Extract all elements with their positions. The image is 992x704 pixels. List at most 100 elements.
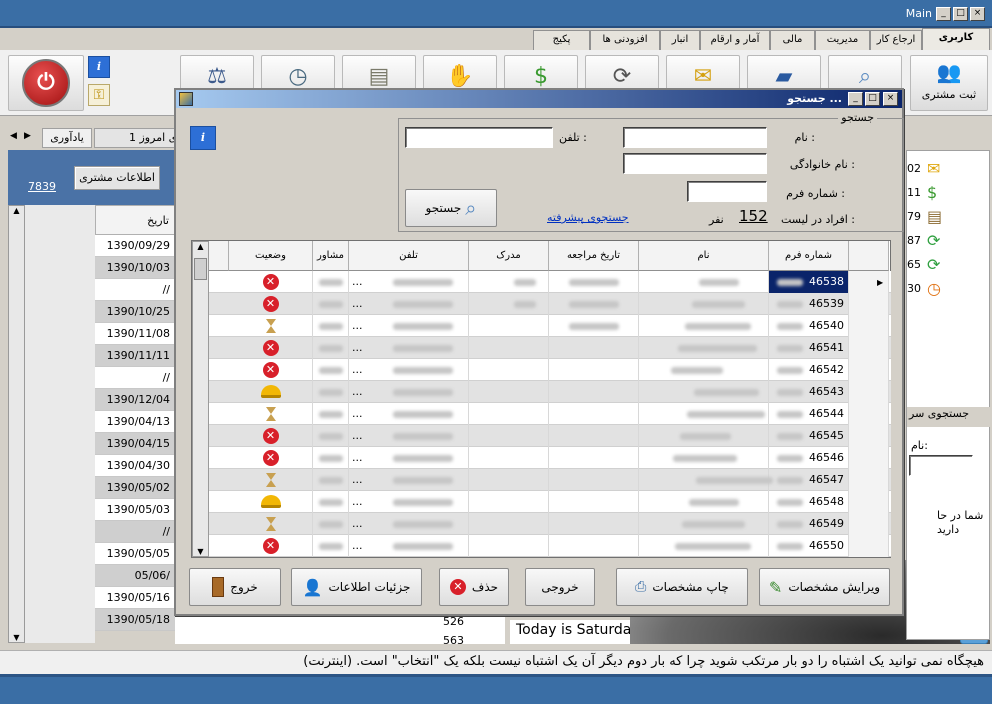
- date-row[interactable]: 1390/05/16: [95, 587, 175, 609]
- grid-scrollbar[interactable]: ▲ ▼: [192, 241, 209, 557]
- form-no-input[interactable]: [687, 181, 767, 202]
- date-row[interactable]: //: [95, 521, 175, 543]
- date-row[interactable]: 1390/12/04: [95, 389, 175, 411]
- table-row[interactable]: ... 46543: [209, 381, 891, 403]
- scroll-up-icon[interactable]: ▲: [9, 206, 24, 215]
- right-name-input[interactable]: [909, 455, 973, 476]
- phone-ellipsis[interactable]: ...: [352, 275, 363, 288]
- tab-warehouse[interactable]: انبار: [660, 30, 700, 50]
- right-count-row[interactable]: 11 $: [907, 183, 967, 205]
- phone-ellipsis[interactable]: ...: [352, 363, 363, 376]
- tab-finance[interactable]: مالی: [770, 30, 815, 50]
- date-row[interactable]: 1390/11/08: [95, 323, 175, 345]
- tab-assign-work[interactable]: ارجاع کار: [870, 30, 922, 50]
- table-row[interactable]: ✕... 46545: [209, 425, 891, 447]
- table-row[interactable]: ✕... 46538 ▶: [209, 271, 891, 293]
- date-row[interactable]: 1390/05/18: [95, 609, 175, 631]
- date-row[interactable]: 1390/04/30: [95, 455, 175, 477]
- edit-button[interactable]: ✎ ویرایش مشخصات: [759, 568, 890, 606]
- power-button[interactable]: ⏻: [8, 55, 84, 111]
- phone-ellipsis[interactable]: ...: [352, 473, 363, 486]
- customer-count[interactable]: 7839: [28, 180, 56, 193]
- output-button[interactable]: خروجی: [525, 568, 595, 606]
- phone-ellipsis[interactable]: ...: [352, 517, 363, 530]
- customer-info-button[interactable]: اطلاعات مشتری: [74, 166, 160, 190]
- date-row[interactable]: //: [95, 279, 175, 301]
- phone-ellipsis[interactable]: ...: [352, 297, 363, 310]
- maximize-button[interactable]: □: [953, 7, 968, 21]
- phone-ellipsis[interactable]: ...: [352, 539, 363, 552]
- dialog-minimize-button[interactable]: _: [848, 92, 863, 106]
- details-button[interactable]: 👤 جزئیات اطلاعات: [291, 568, 422, 606]
- advanced-search-link[interactable]: جستجوی پیشرفته: [547, 211, 629, 224]
- tab-package[interactable]: پکیج: [533, 30, 590, 50]
- date-row[interactable]: 05/06/: [95, 565, 175, 587]
- phone-ellipsis[interactable]: ...: [352, 385, 363, 398]
- table-row[interactable]: ... 46547: [209, 469, 891, 491]
- tab-scroll-left-icon[interactable]: ◀: [10, 131, 17, 141]
- table-row[interactable]: ✕... 46539: [209, 293, 891, 315]
- date-row[interactable]: 1390/11/11: [95, 345, 175, 367]
- phone-ellipsis[interactable]: ...: [352, 341, 363, 354]
- table-row[interactable]: ... 46548: [209, 491, 891, 513]
- grid-scroll-thumb[interactable]: [194, 258, 207, 280]
- col-ref-date[interactable]: تاریخ مراجعه: [549, 241, 639, 271]
- date-row[interactable]: 1390/05/03: [95, 499, 175, 521]
- tab-management[interactable]: مدیریت: [815, 30, 870, 50]
- right-count-row[interactable]: 79 ▤: [907, 207, 967, 229]
- right-count-row[interactable]: 02 ✉: [907, 159, 967, 181]
- date-row[interactable]: 1390/10/25: [95, 301, 175, 323]
- phone-ellipsis[interactable]: ...: [352, 451, 363, 464]
- date-row[interactable]: 1390/04/13: [95, 411, 175, 433]
- date-row[interactable]: 1390/10/03: [95, 257, 175, 279]
- tab-statistics[interactable]: آمار و ارقام: [700, 30, 770, 50]
- col-name[interactable]: نام: [639, 241, 769, 271]
- date-row[interactable]: 1390/04/15: [95, 433, 175, 455]
- exit-button[interactable]: خروج: [189, 568, 281, 606]
- table-row[interactable]: ... 46549: [209, 513, 891, 535]
- grid-scroll-down-icon[interactable]: ▼: [193, 547, 208, 556]
- phone-ellipsis[interactable]: ...: [352, 429, 363, 442]
- table-row[interactable]: ... 46540: [209, 315, 891, 337]
- print-button[interactable]: ⎙ چاپ مشخصات: [616, 568, 748, 606]
- dialog-info-icon[interactable]: i: [190, 126, 216, 150]
- tab-addons[interactable]: افزودنی ها: [590, 30, 660, 50]
- table-row[interactable]: ✕... 46546: [209, 447, 891, 469]
- search-button[interactable]: جستجو ⌕: [405, 189, 497, 227]
- table-row[interactable]: ✕... 46550: [209, 535, 891, 557]
- col-document[interactable]: مدرک: [469, 241, 549, 271]
- tab-today[interactable]: 1 ی امروز: [94, 128, 178, 148]
- name-input[interactable]: [623, 127, 767, 148]
- right-count-row[interactable]: 87 ⟳: [907, 231, 967, 253]
- date-row[interactable]: 1390/05/05: [95, 543, 175, 565]
- delete-button[interactable]: ✕ حذف: [439, 568, 509, 606]
- tab-reminder[interactable]: یادآوری: [42, 128, 92, 148]
- register-customer-button[interactable]: 👥 ثبت مشتری: [910, 55, 988, 111]
- scroll-down-icon[interactable]: ▼: [9, 633, 24, 642]
- table-row[interactable]: ✕... 46541: [209, 337, 891, 359]
- family-input[interactable]: [623, 153, 767, 174]
- col-phone[interactable]: تلفن: [349, 241, 469, 271]
- tab-scroll-right-icon[interactable]: ▶: [24, 131, 31, 141]
- minimize-button[interactable]: _: [936, 7, 951, 21]
- dialog-close-button[interactable]: ×: [883, 92, 898, 106]
- phone-ellipsis[interactable]: ...: [352, 495, 363, 508]
- right-count-row[interactable]: 65 ⟳: [907, 255, 967, 277]
- table-row[interactable]: ✕... 46542: [209, 359, 891, 381]
- dialog-maximize-button[interactable]: □: [865, 92, 880, 106]
- close-button[interactable]: ×: [970, 7, 985, 21]
- left-scrollbar[interactable]: ▲ ▼: [8, 205, 25, 643]
- info-icon[interactable]: i: [88, 56, 110, 78]
- phone-ellipsis[interactable]: ...: [352, 407, 363, 420]
- right-count-row[interactable]: 30 ◷: [907, 279, 967, 301]
- date-row[interactable]: 1390/09/29: [95, 235, 175, 257]
- phone-ellipsis[interactable]: ...: [352, 319, 363, 332]
- col-form-no[interactable]: شماره فرم: [769, 241, 849, 271]
- phone-input[interactable]: [405, 127, 553, 148]
- col-status[interactable]: وضعیت: [229, 241, 313, 271]
- col-advisor[interactable]: مشاور: [313, 241, 349, 271]
- grid-scroll-up-icon[interactable]: ▲: [193, 242, 208, 251]
- date-row[interactable]: //: [95, 367, 175, 389]
- date-row[interactable]: 1390/05/02: [95, 477, 175, 499]
- key-icon[interactable]: ⚿: [88, 84, 110, 106]
